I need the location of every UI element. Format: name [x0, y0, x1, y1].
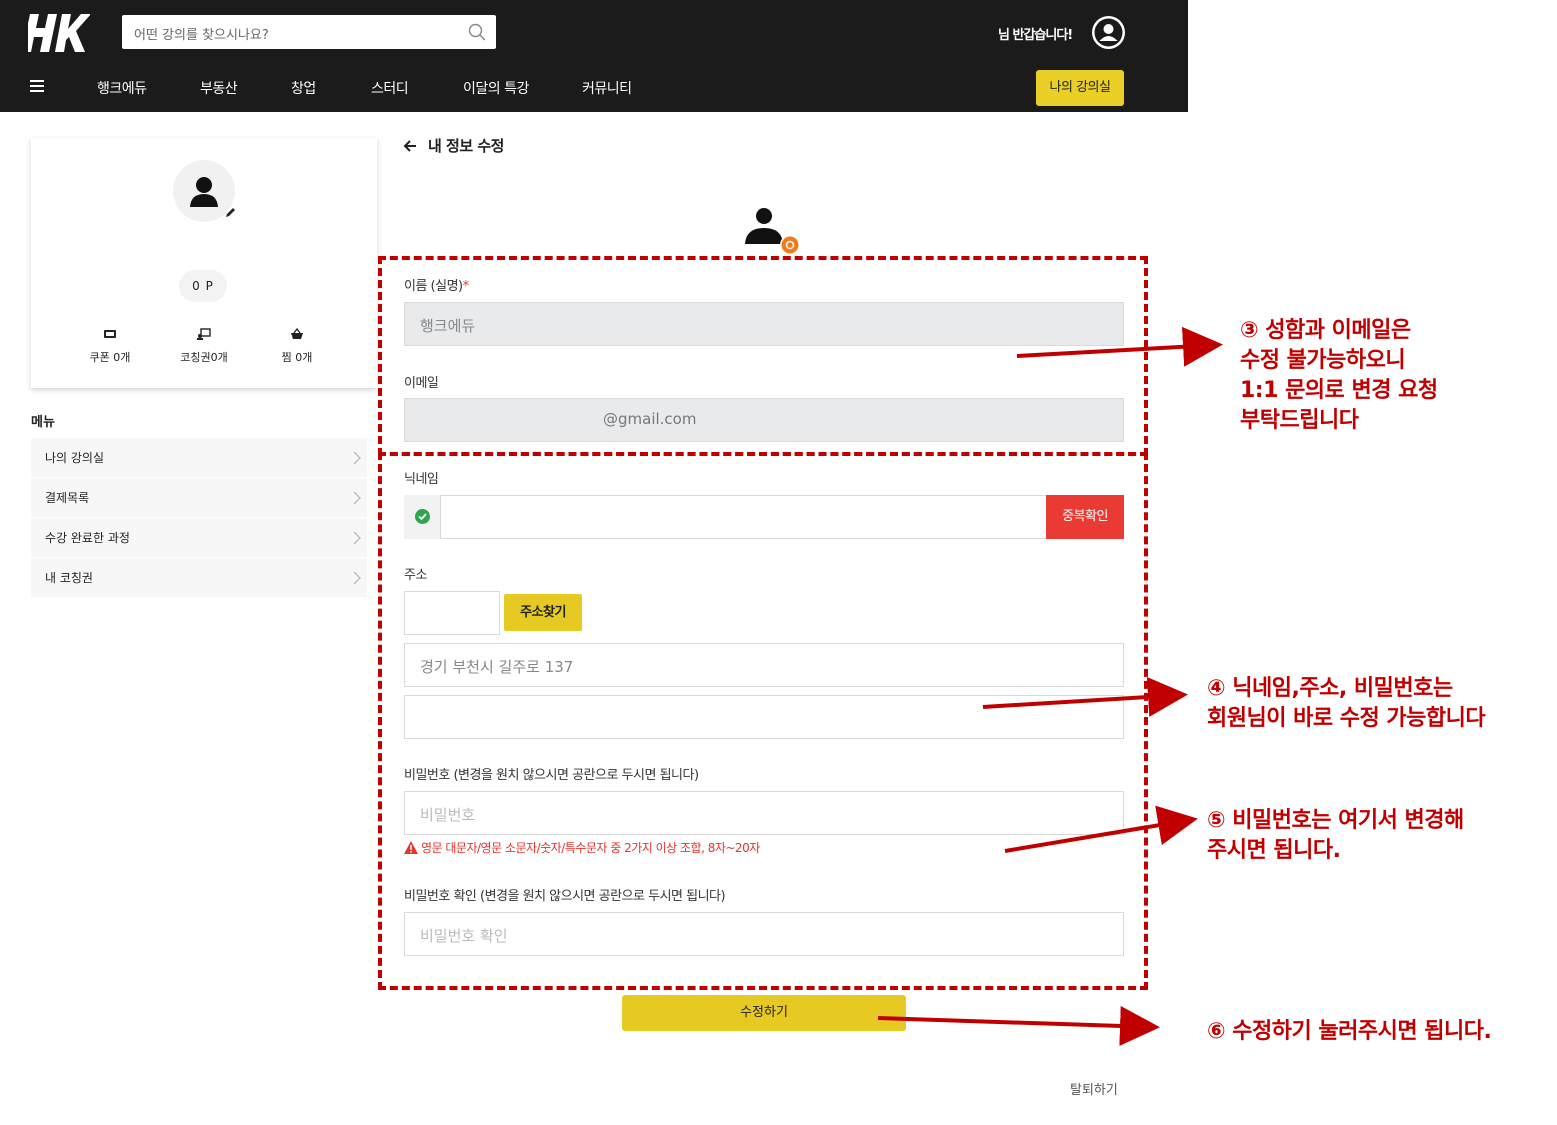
menu-item-my-classroom[interactable]: 나의 강의실 — [31, 438, 367, 478]
top-header: HK 어떤 강의를 찾으시나요? 님 반갑습니다! 행크에듀 부동산 창업 스터… — [0, 0, 1188, 112]
nav-item-realestate[interactable]: 부동산 — [200, 78, 238, 98]
readonly-fields-highlight — [378, 256, 1148, 456]
chevron-right-icon — [353, 571, 361, 585]
menu-item-my-coaching[interactable]: 내 코칭권 — [31, 558, 367, 598]
side-menu: 나의 강의실 결제목록 수강 완료한 과정 내 코칭권 — [31, 438, 367, 598]
menu-item-label: 수강 완료한 과정 — [45, 531, 130, 545]
nav-item-startup[interactable]: 창업 — [291, 78, 316, 98]
nav-item-hankedu[interactable]: 행크에듀 — [97, 78, 147, 98]
my-class-button[interactable]: 나의 강의실 — [1036, 70, 1124, 106]
hamburger-menu-icon[interactable] — [30, 80, 44, 92]
wishlist-stat[interactable]: 찜 0개 — [257, 328, 337, 365]
back-arrow-icon[interactable] — [403, 139, 417, 153]
user-icon — [1094, 18, 1123, 47]
coaching-count: 코칭권0개 — [180, 351, 228, 364]
submit-button[interactable]: 수정하기 — [622, 995, 906, 1031]
annotation-note-4: ④ 닉네임,주소, 비밀번호는 회원님이 바로 수정 가능합니다 — [1207, 676, 1486, 731]
menu-title: 메뉴 — [31, 415, 55, 430]
coaching-icon — [197, 328, 211, 340]
chevron-right-icon — [353, 531, 361, 545]
nav-item-community[interactable]: 커뮤니티 — [582, 78, 632, 98]
profile-card: 0 P 쿠폰 0개 코칭권0개 찜 0개 — [31, 138, 377, 388]
pencil-icon[interactable] — [225, 206, 237, 218]
coupon-stat[interactable]: 쿠폰 0개 — [70, 328, 150, 365]
coaching-stat[interactable]: 코칭권0개 — [164, 328, 244, 365]
annotation-note-3: ③ 성함과 이메일은 수정 불가능하오니 1:1 문의로 변경 요청 부탁드립니… — [1240, 318, 1438, 433]
menu-item-payments[interactable]: 결제목록 — [31, 478, 367, 518]
editable-fields-highlight — [378, 452, 1148, 990]
profile-photo-icon[interactable] — [740, 202, 800, 262]
basket-icon — [291, 328, 303, 339]
nav-item-monthly-lecture[interactable]: 이달의 특강 — [463, 78, 529, 98]
coupon-count: 쿠폰 0개 — [89, 351, 131, 364]
user-avatar[interactable] — [1092, 16, 1125, 49]
search-icon[interactable] — [468, 23, 486, 41]
wishlist-count: 찜 0개 — [281, 351, 313, 364]
withdraw-link[interactable]: 탈퇴하기 — [1070, 1079, 1118, 1098]
search-bar[interactable]: 어떤 강의를 찾으시나요? — [122, 15, 496, 49]
hk-logo[interactable]: HK — [28, 10, 90, 54]
points-badge: 0 P — [179, 270, 227, 302]
chevron-right-icon — [353, 451, 361, 465]
greeting-text: 님 반갑습니다! — [998, 28, 1073, 43]
page-title: 내 정보 수정 — [428, 137, 504, 155]
menu-item-label: 결제목록 — [45, 491, 90, 505]
menu-item-label: 나의 강의실 — [45, 451, 105, 465]
chevron-right-icon — [353, 491, 361, 505]
menu-item-completed-courses[interactable]: 수강 완료한 과정 — [31, 518, 367, 558]
ticket-icon — [104, 330, 116, 338]
annotation-note-6: ⑥ 수정하기 눌러주시면 됩니다. — [1207, 1019, 1492, 1044]
nav-item-study[interactable]: 스터디 — [371, 78, 409, 98]
search-placeholder: 어떤 강의를 찾으시나요? — [134, 28, 269, 43]
menu-item-label: 내 코칭권 — [45, 571, 93, 585]
annotation-note-5: ⑤ 비밀번호는 여기서 변경해 주시면 됩니다. — [1207, 808, 1464, 863]
